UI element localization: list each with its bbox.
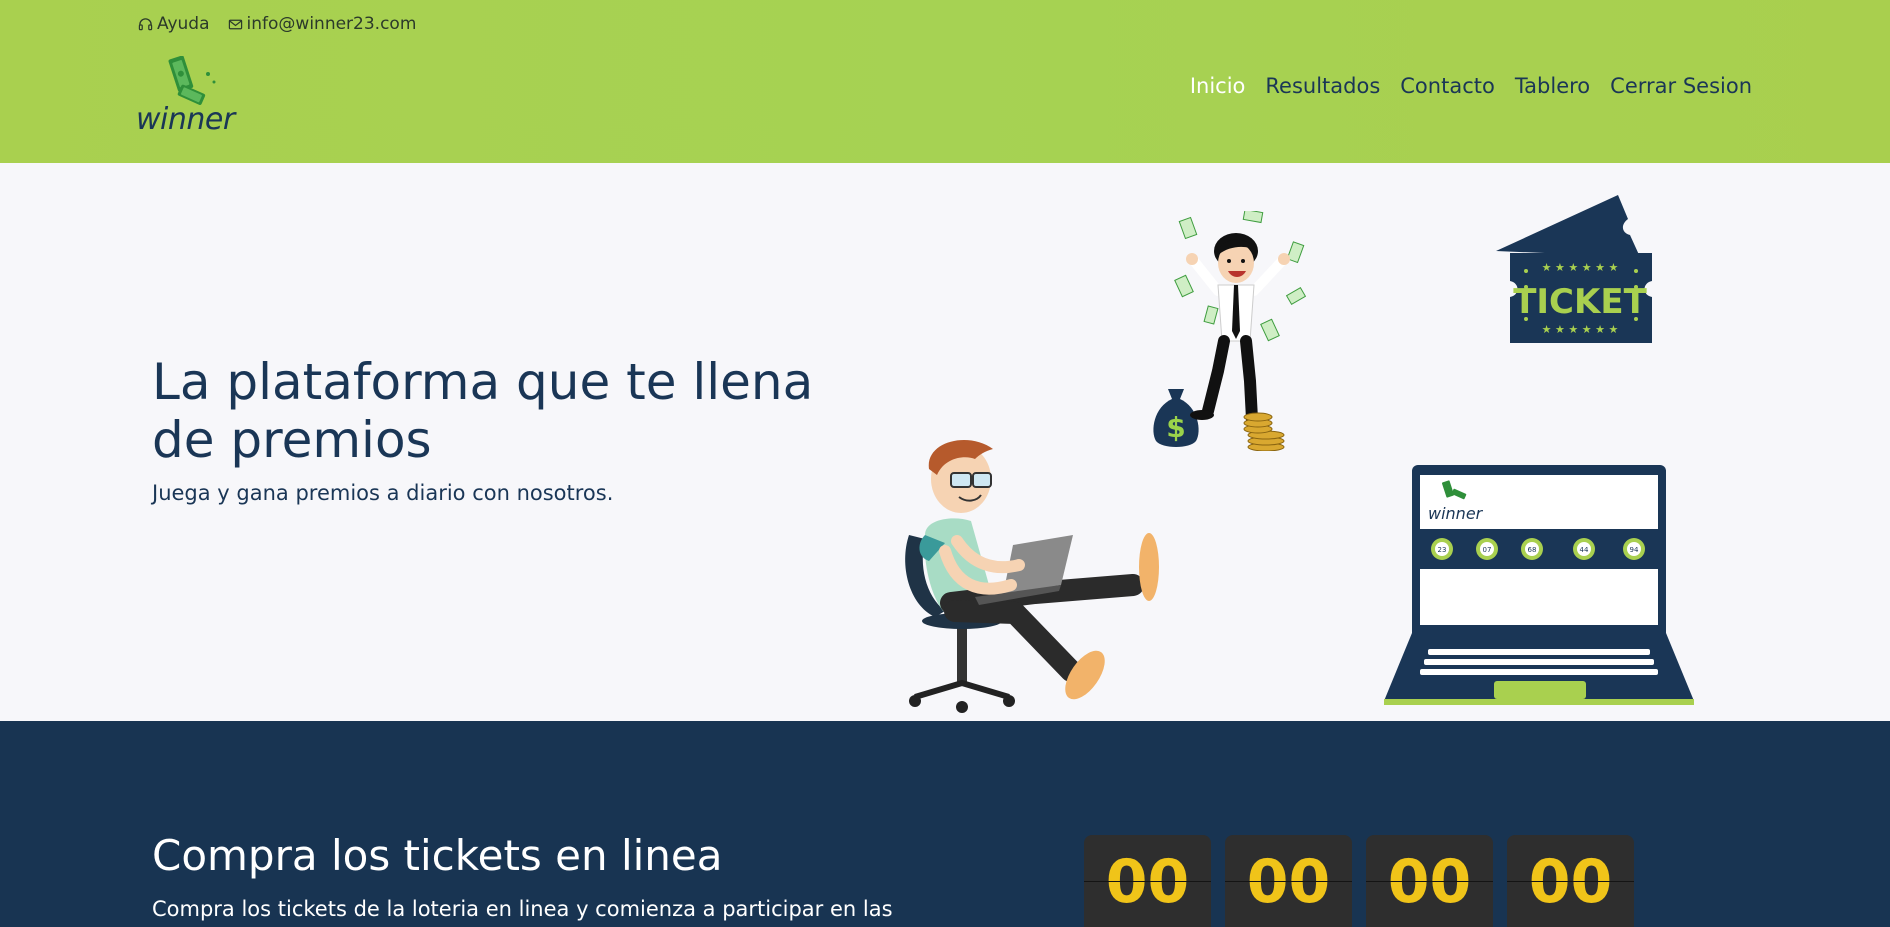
- logo-text: winner: [136, 102, 235, 137]
- lottery-ball: 44: [1580, 546, 1589, 554]
- hero-title: La plataforma que te llena de premios: [152, 353, 814, 469]
- email-address: info@winner23.com: [246, 14, 417, 34]
- laptop-logo-text: winner: [1428, 504, 1484, 523]
- nav-item-inicio[interactable]: Inicio: [1190, 74, 1246, 98]
- countdown-box: 00: [1366, 835, 1493, 927]
- lottery-ball: 94: [1630, 546, 1639, 554]
- money-logo-icon: [168, 56, 216, 105]
- tickets-section: Compra los tickets en linea Compra los t…: [0, 721, 1890, 927]
- email-link[interactable]: info@winner23.com: [228, 14, 417, 34]
- mail-icon: [228, 19, 242, 29]
- site-logo[interactable]: winner: [136, 56, 236, 137]
- winner-man-illustration: [1174, 211, 1307, 451]
- lottery-laptop-illustration: winner 23 07 68 44 94: [1384, 465, 1694, 705]
- site-header: Ayuda info@winner23.com winner Inicio Re…: [0, 0, 1890, 163]
- section-title: Compra los tickets en linea: [152, 831, 723, 880]
- svg-text:★ ★ ★ ★ ★ ★: ★ ★ ★ ★ ★ ★: [1542, 261, 1619, 274]
- countdown-box: 00: [1084, 835, 1211, 927]
- countdown-value: 00: [1105, 847, 1190, 917]
- topbar: Ayuda info@winner23.com: [138, 14, 416, 34]
- ticket-illustration: ★ ★ ★ ★ ★ ★ ★ ★ ★ ★ ★ ★ TICKET: [1496, 195, 1652, 343]
- headset-icon: [138, 17, 153, 30]
- help-label: Ayuda: [157, 14, 210, 34]
- countdown-value: 00: [1246, 847, 1331, 917]
- countdown-box: 00: [1225, 835, 1352, 927]
- man-with-laptop-illustration: [905, 439, 1159, 713]
- nav-item-resultados[interactable]: Resultados: [1265, 74, 1380, 98]
- countdown-value: 00: [1528, 847, 1613, 917]
- countdown-value: 00: [1387, 847, 1472, 917]
- main-nav: Inicio Resultados Contacto Tablero Cerra…: [1190, 74, 1752, 98]
- svg-text:★ ★ ★ ★ ★ ★: ★ ★ ★ ★ ★ ★: [1542, 323, 1619, 336]
- hero-subtitle: Juega y gana premios a diario con nosotr…: [152, 481, 614, 505]
- lottery-ball: 68: [1528, 546, 1537, 554]
- help-link[interactable]: Ayuda: [138, 14, 210, 34]
- ticket-text: TICKET: [1513, 282, 1647, 322]
- countdown: 00 00 00 00: [1084, 835, 1634, 927]
- hero-section: La plataforma que te llena de premios Ju…: [0, 163, 1890, 721]
- nav-item-contacto[interactable]: Contacto: [1400, 74, 1495, 98]
- lottery-ball: 07: [1483, 546, 1492, 554]
- countdown-box: 00: [1507, 835, 1634, 927]
- section-subtitle: Compra los tickets de la loteria en line…: [152, 897, 893, 921]
- nav-item-tablero[interactable]: Tablero: [1515, 74, 1590, 98]
- lottery-ball: 23: [1438, 546, 1447, 554]
- nav-item-cerrar-sesion[interactable]: Cerrar Sesion: [1610, 74, 1752, 98]
